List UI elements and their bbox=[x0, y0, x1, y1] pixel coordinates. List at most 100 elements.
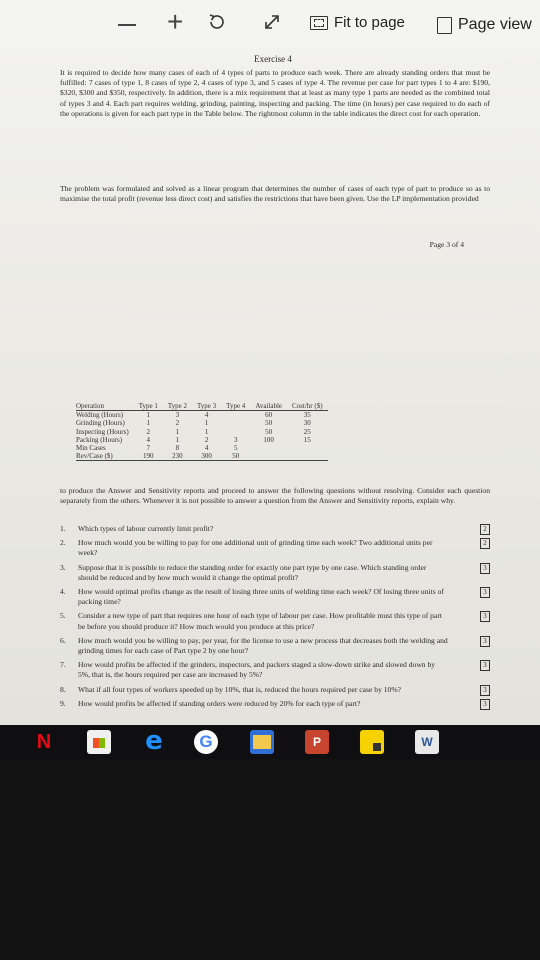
table-header: Operation bbox=[76, 402, 134, 412]
page-view-icon bbox=[437, 16, 452, 34]
marks-box: 2 bbox=[480, 538, 490, 550]
question-item: 3. Suppose that it is possible to reduce… bbox=[60, 562, 492, 583]
question-number: 7. bbox=[60, 660, 66, 670]
table-cell: 50 bbox=[265, 427, 273, 436]
table-cell: 50 bbox=[221, 452, 251, 462]
table-header: Type 2 bbox=[162, 402, 192, 412]
marks-box: 3 bbox=[480, 611, 490, 623]
question-item: 4. How would optimal profits change as t… bbox=[60, 587, 492, 607]
monitor-bezel bbox=[0, 759, 540, 960]
table-row: Rev/Case ($) 190 230 300 50 bbox=[76, 452, 328, 462]
store-icon[interactable] bbox=[87, 730, 111, 754]
operations-table: Operation Type 1 Type 2 Type 3 Type 4 Av… bbox=[76, 402, 328, 462]
sticky-notes-icon[interactable] bbox=[360, 730, 384, 754]
document-page: Exercise 4 It is required to decide how … bbox=[52, 46, 494, 716]
table-cell: 1 bbox=[204, 419, 209, 428]
table-cell bbox=[287, 452, 328, 462]
file-explorer-icon[interactable] bbox=[250, 730, 274, 754]
expand-icon[interactable] bbox=[262, 12, 282, 37]
table-cell: 30 bbox=[303, 419, 311, 428]
table-cell: 1 bbox=[146, 419, 151, 428]
table-header: Available bbox=[250, 402, 288, 412]
marks-box: 3 bbox=[480, 660, 490, 672]
table-cell: 4 bbox=[204, 411, 209, 420]
pdf-toolbar: + Fit to page Page view bbox=[0, 0, 540, 46]
table-row: Grinding (Hours) 1 2 1 50 30 bbox=[76, 419, 328, 427]
table-row: Welding (Hours) 1 3 4 60 35 bbox=[76, 411, 328, 420]
table-cell: Inspecting (Hours) bbox=[76, 427, 129, 436]
table-cell bbox=[287, 444, 328, 452]
table-cell bbox=[221, 419, 250, 427]
question-item: 7. How would profits be affected if the … bbox=[60, 660, 492, 680]
page-number: Page 3 of 4 bbox=[429, 240, 464, 249]
fit-page-icon bbox=[310, 15, 328, 30]
question-text: Suppose that it is possible to reduce th… bbox=[78, 562, 427, 582]
plus-icon[interactable]: + bbox=[167, 8, 183, 36]
table-cell: 2 bbox=[146, 427, 151, 436]
screen: + Fit to page Page view Exercise 4 It is… bbox=[0, 0, 540, 725]
table-cell: Rev/Case ($) bbox=[76, 452, 134, 462]
question-number: 5. bbox=[60, 611, 66, 621]
table-cell: 4 bbox=[146, 435, 151, 444]
table-cell bbox=[250, 452, 288, 462]
question-item: 2. How much would you be willing to pay … bbox=[60, 538, 492, 558]
instructions-paragraph: to produce the Answer and Sensitivity re… bbox=[60, 486, 490, 506]
table-cell: 100 bbox=[263, 435, 274, 444]
marks-box: 3 bbox=[480, 698, 490, 710]
minus-icon[interactable] bbox=[118, 24, 136, 26]
page-view-button[interactable]: Page view bbox=[437, 16, 532, 34]
fit-to-page-label: Fit to page bbox=[334, 14, 405, 31]
table-cell bbox=[250, 444, 287, 452]
exercise-title: Exercise 4 bbox=[254, 54, 292, 64]
marks-box: 3 bbox=[480, 635, 490, 647]
table-cell: 35 bbox=[303, 411, 311, 420]
fit-to-page-button[interactable]: Fit to page bbox=[310, 14, 405, 31]
table-cell: 1 bbox=[146, 411, 151, 420]
table-header: Type 3 bbox=[192, 402, 222, 412]
table-cell: 50 bbox=[265, 419, 273, 428]
table-cell: Packing (Hours) bbox=[76, 435, 123, 444]
question-text: How would optimal profits change as the … bbox=[78, 587, 444, 607]
table-cell: Grinding (Hours) bbox=[76, 419, 125, 428]
table-cell: 3 bbox=[233, 435, 238, 444]
marks-box: 3 bbox=[480, 684, 490, 696]
table-cell: 5 bbox=[233, 444, 238, 453]
question-number: 9. bbox=[60, 698, 66, 708]
table-cell: 1 bbox=[175, 427, 180, 436]
word-icon[interactable]: W bbox=[415, 730, 439, 754]
page-view-label: Page view bbox=[458, 16, 532, 33]
marks-box: 3 bbox=[480, 587, 490, 599]
table-cell: 1 bbox=[204, 427, 209, 436]
question-number: 3. bbox=[60, 562, 66, 572]
question-item: 8. What if all four types of workers spe… bbox=[60, 684, 492, 696]
table-cell: 25 bbox=[303, 427, 311, 436]
question-number: 1. bbox=[60, 524, 66, 533]
question-text: What if all four types of workers speede… bbox=[78, 684, 402, 694]
table-cell: 8 bbox=[175, 444, 180, 453]
question-item: 1. Which types of labour currently limit… bbox=[60, 524, 492, 535]
question-number: 4. bbox=[60, 587, 66, 597]
marks-box: 3 bbox=[480, 562, 490, 574]
table-cell: 300 bbox=[192, 452, 222, 462]
table-cell: Welding (Hours) bbox=[76, 411, 124, 420]
question-text: How would profits be affected if the gri… bbox=[78, 660, 436, 680]
table-header: Cost/hr ($) bbox=[287, 402, 328, 412]
problem-paragraph-2: The problem was formulated and solved as… bbox=[60, 184, 490, 204]
table-row: Inspecting (Hours) 2 1 1 50 25 bbox=[76, 428, 328, 436]
table-header: Type 4 bbox=[221, 402, 251, 412]
powerpoint-icon[interactable]: P bbox=[305, 730, 329, 754]
netflix-icon[interactable]: N bbox=[32, 730, 56, 754]
table-cell: 190 bbox=[133, 452, 163, 462]
table-cell: 2 bbox=[204, 435, 209, 444]
edge-icon[interactable]: e bbox=[142, 728, 166, 754]
question-item: 9. How would profits be affected if stan… bbox=[60, 698, 492, 710]
question-text: How much would you be willing to pay, pe… bbox=[78, 635, 448, 656]
table-cell: 3 bbox=[175, 411, 180, 420]
problem-paragraph-1: It is required to decide how many cases … bbox=[60, 68, 490, 118]
table-cell: Min Cases bbox=[76, 444, 106, 453]
rotate-icon[interactable] bbox=[207, 12, 227, 37]
table-cell: 7 bbox=[146, 444, 151, 453]
table-header-row: Operation Type 1 Type 2 Type 3 Type 4 Av… bbox=[76, 402, 328, 412]
google-icon[interactable]: G bbox=[194, 730, 218, 754]
table-row: Min Cases 7 8 4 5 bbox=[76, 444, 328, 452]
